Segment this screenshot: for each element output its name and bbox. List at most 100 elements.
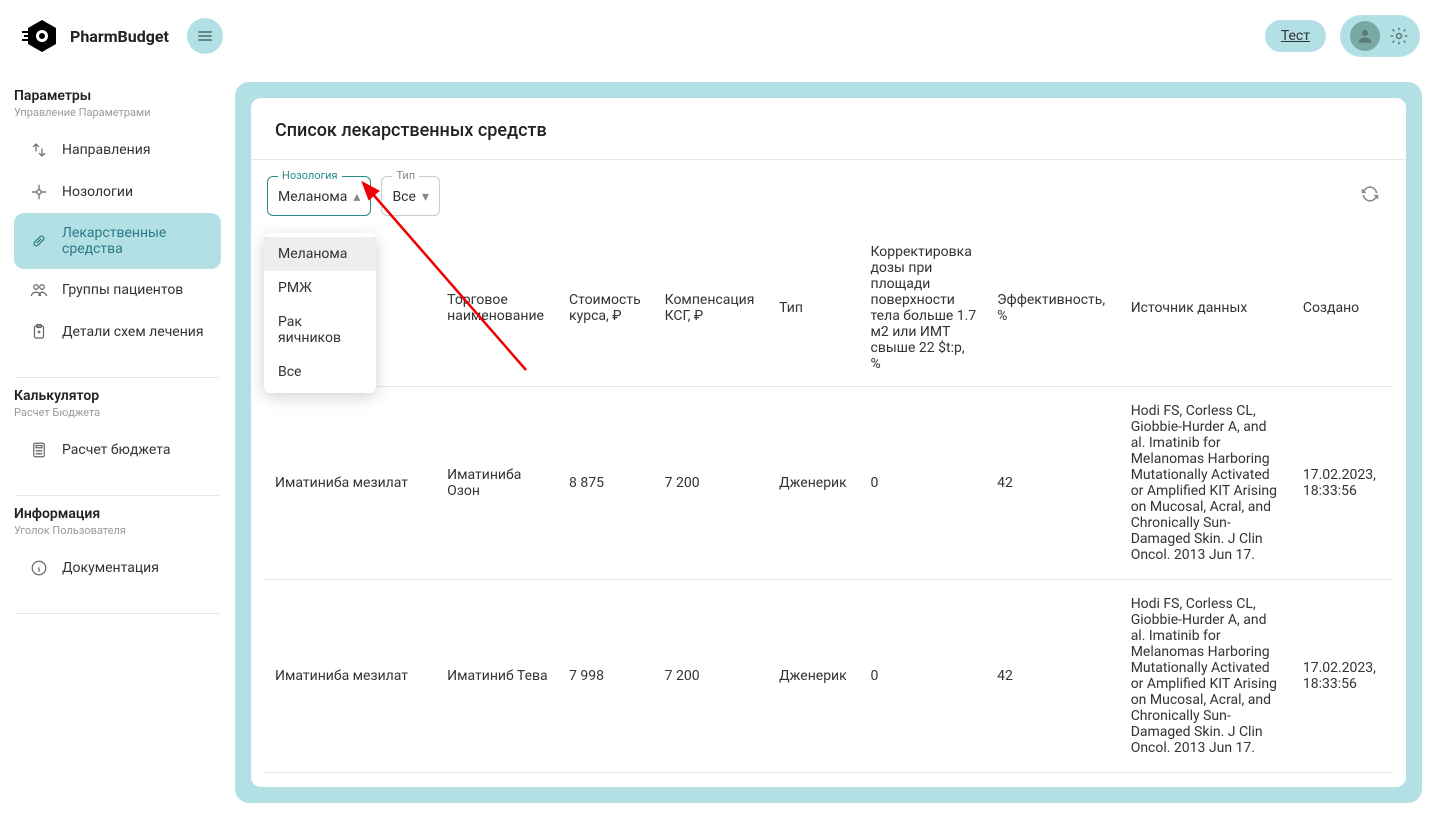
- sidebar-item-label: Расчет бюджета: [62, 442, 170, 458]
- sidebar-item-patient-groups[interactable]: Группы пациентов: [14, 269, 221, 311]
- sidebar-divider: [16, 613, 219, 614]
- dropdown-option[interactable]: РМЖ: [264, 271, 376, 305]
- dropdown-option[interactable]: Меланома: [264, 237, 376, 271]
- cell-source: Hodi FS, Corless CL, Giobbie-Hurder A, a…: [1121, 387, 1293, 580]
- cell-source: Hodi FS, Corless CL, Giobbie-Hurder A, a…: [1121, 580, 1293, 773]
- cell-cost: 7 998: [559, 580, 655, 773]
- cell-trade: Иматиниба Озон: [437, 387, 559, 580]
- cell-dose: 0: [860, 387, 987, 580]
- cell-compensation: 7 200: [655, 387, 770, 580]
- logo: PharmBudget: [20, 16, 169, 56]
- table-row[interactable]: Hodi FS, Corless CL, Giobbie-Hurder A, a…: [265, 773, 1392, 788]
- nosology-dropdown: Меланома РМЖ Рак яичников Все: [264, 233, 376, 393]
- cell-created: [1293, 773, 1392, 788]
- panel: Список лекарственных средств Нозология М…: [251, 98, 1406, 787]
- cell-compensation: [655, 773, 770, 788]
- sidebar-item-label: Нозологии: [62, 184, 133, 200]
- sidebar-item-nosologies[interactable]: Нозологии: [14, 171, 221, 213]
- avatar-button[interactable]: [1350, 21, 1380, 51]
- user-icon: [1356, 27, 1374, 45]
- sidebar-item-label: Лекарственные средства: [62, 225, 205, 257]
- type-select[interactable]: Тип Все ▾: [381, 176, 440, 216]
- sidebar-item-label: Документация: [62, 560, 159, 576]
- cell-type: [769, 773, 860, 788]
- clipboard-icon: [30, 323, 48, 341]
- cell-name: Иматиниба мезилат: [265, 387, 437, 580]
- cell-efficacy: [987, 773, 1121, 788]
- cell-cost: 8 875: [559, 387, 655, 580]
- sidebar-section-params: Параметры Управление Параметрами Направл…: [14, 88, 221, 353]
- sidebar-item-directions[interactable]: Направления: [14, 129, 221, 171]
- hamburger-icon: [197, 28, 213, 44]
- pill-icon: [30, 232, 48, 250]
- sidebar-divider: [16, 495, 219, 496]
- select-value: Меланома: [278, 189, 347, 205]
- sidebar-section-subtitle: Управление Параметрами: [14, 106, 221, 119]
- cell-dose: 0: [860, 580, 987, 773]
- cell-efficacy: 42: [987, 580, 1121, 773]
- panel-outer: Список лекарственных средств Нозология М…: [235, 82, 1422, 803]
- chevron-up-icon: ▴: [353, 189, 360, 205]
- sidebar-item-medicines[interactable]: Лекарственные средства: [14, 213, 221, 269]
- cell-created: 17.02.2023, 18:33:56: [1293, 387, 1392, 580]
- select-value: Все: [392, 189, 415, 205]
- sidebar-item-label: Направления: [62, 142, 151, 158]
- nosology-icon: [30, 183, 48, 201]
- app-name: PharmBudget: [70, 27, 169, 46]
- sidebar-section-title: Информация: [14, 506, 221, 522]
- table-container: Торговое наименование Стоимость курса, ₽…: [251, 230, 1406, 787]
- cell-trade: [437, 773, 559, 788]
- sidebar-item-budget-calc[interactable]: Расчет бюджета: [14, 429, 221, 471]
- sidebar-item-documentation[interactable]: Документация: [14, 547, 221, 589]
- sidebar-item-treatment-details[interactable]: Детали схем лечения: [14, 311, 221, 353]
- header-right: Тест: [1265, 15, 1420, 57]
- table-column-header: Компенсация КСГ, ₽: [655, 230, 770, 387]
- menu-toggle-button[interactable]: [187, 18, 223, 54]
- sidebar: Параметры Управление Параметрами Направл…: [0, 0, 235, 821]
- cell-type: Дженерик: [769, 580, 860, 773]
- table-column-header: Источник данных: [1121, 230, 1293, 387]
- sidebar-divider: [16, 377, 219, 378]
- table-column-header: Создано: [1293, 230, 1392, 387]
- sidebar-section-title: Калькулятор: [14, 388, 221, 404]
- table-row[interactable]: Иматиниба мезилат Иматиниба Озон 8 875 7…: [265, 387, 1392, 580]
- table-column-header: Корректировка дозы при площади поверхнос…: [860, 230, 987, 387]
- sidebar-section-subtitle: Расчет Бюджета: [14, 406, 221, 419]
- cell-type: Дженерик: [769, 387, 860, 580]
- table-column-header: Эффективность, %: [987, 230, 1121, 387]
- sidebar-section-title: Параметры: [14, 88, 221, 104]
- users-icon: [30, 281, 48, 299]
- calculator-icon: [30, 441, 48, 459]
- nosology-select[interactable]: Нозология Меланома ▴ Меланома РМЖ Рак яи…: [267, 176, 371, 216]
- medicines-table: Торговое наименование Стоимость курса, ₽…: [265, 230, 1392, 787]
- gear-icon: [1389, 26, 1409, 46]
- user-controls: [1340, 15, 1420, 57]
- table-column-header: Торговое наименование: [437, 230, 559, 387]
- settings-button[interactable]: [1388, 25, 1410, 47]
- refresh-button[interactable]: [1360, 184, 1380, 208]
- dropdown-option[interactable]: Все: [264, 355, 376, 389]
- cell-compensation: 7 200: [655, 580, 770, 773]
- cell-dose: [860, 773, 987, 788]
- logo-icon: [20, 16, 60, 56]
- page-title: Список лекарственных средств: [275, 120, 1382, 141]
- chevron-down-icon: ▾: [422, 189, 429, 205]
- app-header: PharmBudget Тест: [0, 0, 1440, 72]
- table-column-header: Стоимость курса, ₽: [559, 230, 655, 387]
- sidebar-section-calculator: Калькулятор Расчет Бюджета Расчет бюджет…: [14, 388, 221, 471]
- select-label: Тип: [392, 169, 419, 182]
- cell-created: 17.02.2023, 18:33:56: [1293, 580, 1392, 773]
- refresh-icon: [1360, 184, 1380, 204]
- main-content: Список лекарственных средств Нозология М…: [235, 0, 1440, 821]
- info-icon: [30, 559, 48, 577]
- table-row[interactable]: Иматиниба мезилат Иматиниб Тева 7 998 7 …: [265, 580, 1392, 773]
- test-link[interactable]: Тест: [1265, 20, 1326, 52]
- sidebar-section-subtitle: Уголок Пользователя: [14, 524, 221, 537]
- sidebar-item-label: Детали схем лечения: [62, 324, 204, 340]
- filters-row: Нозология Меланома ▴ Меланома РМЖ Рак яи…: [251, 160, 1406, 230]
- dropdown-option[interactable]: Рак яичников: [264, 305, 376, 355]
- cell-trade: Иматиниб Тева: [437, 580, 559, 773]
- cell-name: [265, 773, 437, 788]
- table-column-header: Тип: [769, 230, 860, 387]
- sidebar-section-info: Информация Уголок Пользователя Документа…: [14, 506, 221, 589]
